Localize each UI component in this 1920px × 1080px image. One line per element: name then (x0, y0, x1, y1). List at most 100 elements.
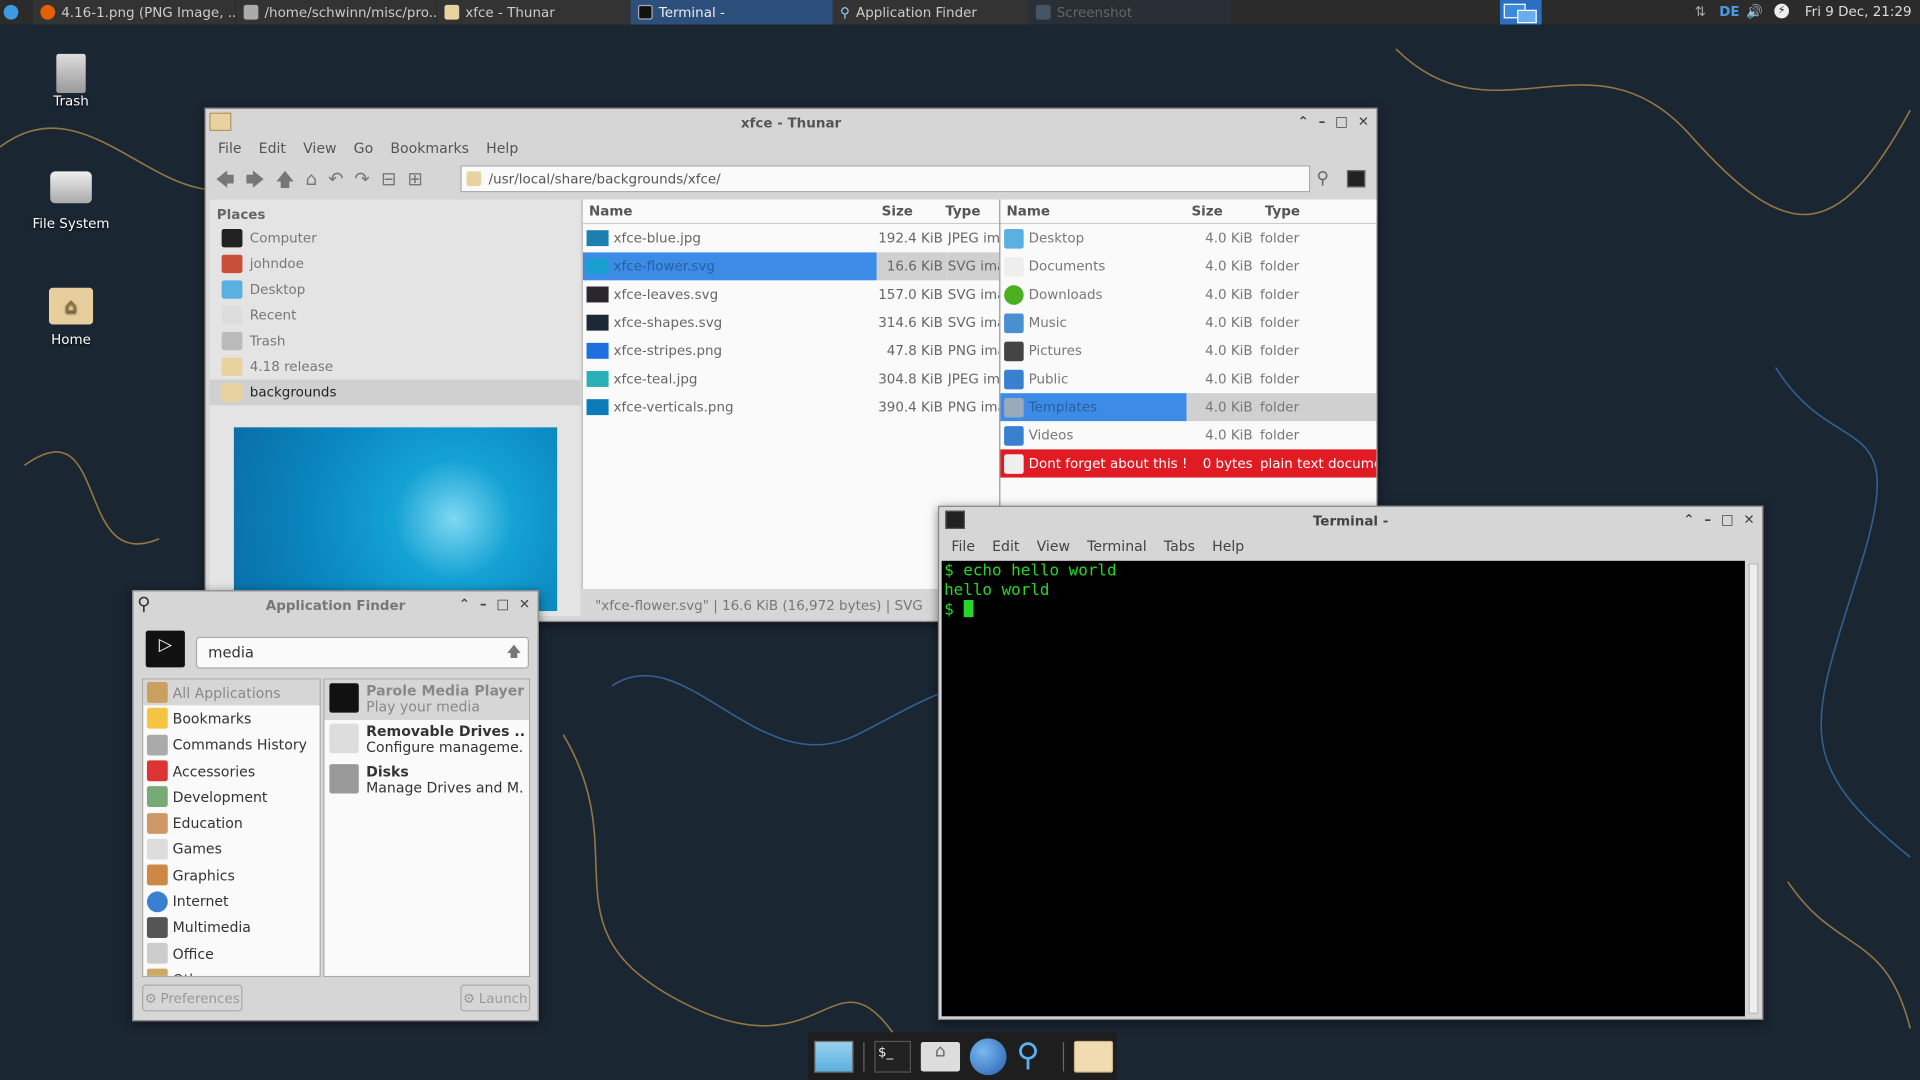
place-item[interactable]: johndoe (209, 251, 580, 277)
menu-view[interactable]: View (303, 140, 336, 157)
home-folder-icon[interactable]: ⌂ (920, 1041, 961, 1071)
power-icon[interactable]: ⚡ (1774, 3, 1789, 19)
zoom-in-icon[interactable]: ⊞ (407, 168, 422, 199)
menu-tabs[interactable]: Tabs (1164, 538, 1195, 555)
menu-file[interactable]: File (218, 140, 242, 157)
preferences-button[interactable]: ⚙ Preferences (142, 984, 243, 1012)
menu-edit[interactable]: Edit (259, 140, 286, 157)
minimize-button[interactable]: – (1704, 512, 1711, 528)
menu-terminal[interactable]: Terminal (1087, 538, 1147, 555)
undo-icon[interactable]: ↶ (328, 168, 343, 199)
category-item[interactable]: Education (143, 810, 319, 836)
terminal-icon[interactable]: $_ (874, 1040, 912, 1073)
maximize-button[interactable]: □ (1335, 114, 1348, 130)
category-item[interactable]: Office (143, 940, 319, 966)
category-item[interactable]: Games (143, 836, 319, 862)
keyboard-layout[interactable]: DE (1719, 4, 1739, 20)
task-label[interactable]: xfce - Thunar (465, 4, 554, 20)
folder-row[interactable]: Downloads 4.0 KiB folder (1000, 280, 1376, 308)
menu-view[interactable]: View (1037, 538, 1070, 555)
volume-icon[interactable]: 🔊 (1746, 4, 1763, 20)
clock[interactable]: Fri 9 Dec, 21:29 (1805, 4, 1912, 20)
app-finder-icon[interactable]: ⚲ (1016, 1038, 1053, 1075)
close-button[interactable]: ✕ (1743, 512, 1754, 528)
search-icon[interactable]: ⚲ (1316, 169, 1329, 189)
folder-row[interactable]: Dont forget about this ! 0 bytes plain tex… (1000, 449, 1377, 478)
place-item[interactable]: 4.18 release (209, 354, 580, 380)
category-item[interactable]: Accessories (143, 758, 319, 784)
file-row[interactable]: xfce-stripes.png 47.8 KiBPNG image (583, 337, 999, 365)
folder-row[interactable]: Desktop 4.0 KiB folder (1000, 224, 1376, 252)
file-row[interactable]: xfce-flower.svg 16.6 KiBSVG image (582, 252, 1000, 281)
terminal-titlebar[interactable]: Terminal - ⌃ – □ ✕ (939, 507, 1762, 534)
category-item[interactable]: Internet (143, 888, 319, 914)
terminal-icon[interactable] (1346, 170, 1366, 188)
result-item[interactable]: Parole Media Player Play your media (324, 679, 529, 721)
result-item[interactable]: Disks Manage Drives and M... (324, 760, 528, 800)
column-name[interactable]: Name (583, 203, 877, 219)
location-bar[interactable]: /usr/local/share/backgrounds/xfce/ (460, 165, 1311, 193)
file-row[interactable]: xfce-teal.jpg 304.8 KiBJPEG image (583, 365, 999, 393)
search-input[interactable]: media 🡅 (195, 636, 529, 669)
folder-row[interactable]: Templates 4.0 KiB folder (1000, 393, 1377, 422)
folder-row[interactable]: Public 4.0 KiB folder (1000, 365, 1376, 393)
file-row[interactable]: xfce-shapes.svg 314.6 KiBSVG image (583, 309, 999, 337)
minimize-button[interactable]: – (480, 596, 487, 612)
menu-help[interactable]: Help (1212, 538, 1244, 555)
file-row[interactable]: xfce-leaves.svg 157.0 KiBSVG image (583, 280, 999, 308)
category-item[interactable]: All Applications (143, 679, 320, 706)
launch-button[interactable]: ⚙ Launch (460, 984, 531, 1012)
column-size[interactable]: Size (1187, 203, 1260, 219)
task-label[interactable]: Application Finder (856, 4, 977, 20)
folder-row[interactable]: Documents 4.0 KiB folder (1000, 252, 1376, 280)
app-finder-titlebar[interactable]: ⚲ Application Finder ⌃ – □ ✕ (133, 591, 537, 618)
folder-row[interactable]: Music 4.0 KiB folder (1000, 309, 1376, 337)
result-item[interactable]: Removable Drives ... Configure manageme..… (324, 720, 528, 760)
expand-arrow-icon[interactable]: 🡅 (507, 640, 522, 666)
whisker-menu-icon[interactable] (3, 4, 19, 20)
shade-button[interactable]: ⌃ (1298, 114, 1309, 130)
task-label[interactable]: /home/schwinn/misc/pro... (264, 4, 435, 20)
thunar-titlebar[interactable]: xfce - Thunar ⌃ – □ ✕ (206, 109, 1377, 136)
category-item[interactable]: Multimedia (143, 914, 319, 940)
folder-row[interactable]: Pictures 4.0 KiB folder (1000, 337, 1376, 365)
place-item[interactable]: backgrounds (209, 379, 581, 406)
file-manager-icon[interactable] (1073, 1040, 1114, 1073)
zoom-out-icon[interactable]: ⊟ (381, 168, 396, 199)
back-icon[interactable]: 🡄 (216, 168, 235, 199)
file-row[interactable]: xfce-verticals.png 390.4 KiBPNG image (583, 393, 999, 421)
column-name[interactable]: Name (1000, 203, 1186, 219)
category-item[interactable]: Commands History (143, 732, 319, 758)
web-browser-icon[interactable] (969, 1037, 1007, 1075)
place-item[interactable]: Computer (209, 225, 580, 251)
task-label[interactable]: Terminal - (659, 4, 725, 20)
category-item[interactable]: Graphics (143, 862, 319, 888)
home-icon[interactable]: ⌂ (305, 168, 317, 199)
menu-bookmarks[interactable]: Bookmarks (390, 140, 469, 157)
maximize-button[interactable]: □ (496, 596, 509, 612)
workspace-switcher[interactable] (1500, 0, 1542, 25)
place-item[interactable]: Desktop (209, 277, 580, 303)
show-desktop-icon[interactable] (814, 1040, 854, 1073)
up-icon[interactable]: 🡅 (276, 168, 295, 199)
network-icon[interactable]: ⇅ (1695, 4, 1706, 20)
menu-file[interactable]: File (951, 538, 975, 555)
column-size[interactable]: Size (877, 203, 941, 219)
desktop-icon-home[interactable]: ⌂ Home (22, 287, 120, 348)
maximize-button[interactable]: □ (1721, 512, 1734, 528)
menu-go[interactable]: Go (354, 140, 374, 157)
task-label[interactable]: 4.16-1.png (PNG Image, ... (61, 4, 235, 20)
close-button[interactable]: ✕ (1358, 114, 1369, 130)
place-item[interactable]: Trash (209, 328, 580, 354)
shade-button[interactable]: ⌃ (1683, 512, 1694, 528)
folder-row[interactable]: Videos 4.0 KiB folder (1000, 421, 1376, 449)
close-button[interactable]: ✕ (519, 596, 530, 612)
task-label[interactable]: Screenshot (1057, 4, 1132, 20)
scrollbar[interactable] (1748, 563, 1759, 1014)
desktop-icon-file-system[interactable]: File System (22, 171, 120, 231)
terminal-output[interactable]: $ echo hello world hello world $ (941, 560, 1745, 1017)
minimize-button[interactable]: – (1319, 114, 1326, 130)
redo-icon[interactable]: ↷ (355, 168, 370, 199)
category-item[interactable]: Bookmarks (143, 706, 319, 732)
menu-edit[interactable]: Edit (992, 538, 1019, 555)
